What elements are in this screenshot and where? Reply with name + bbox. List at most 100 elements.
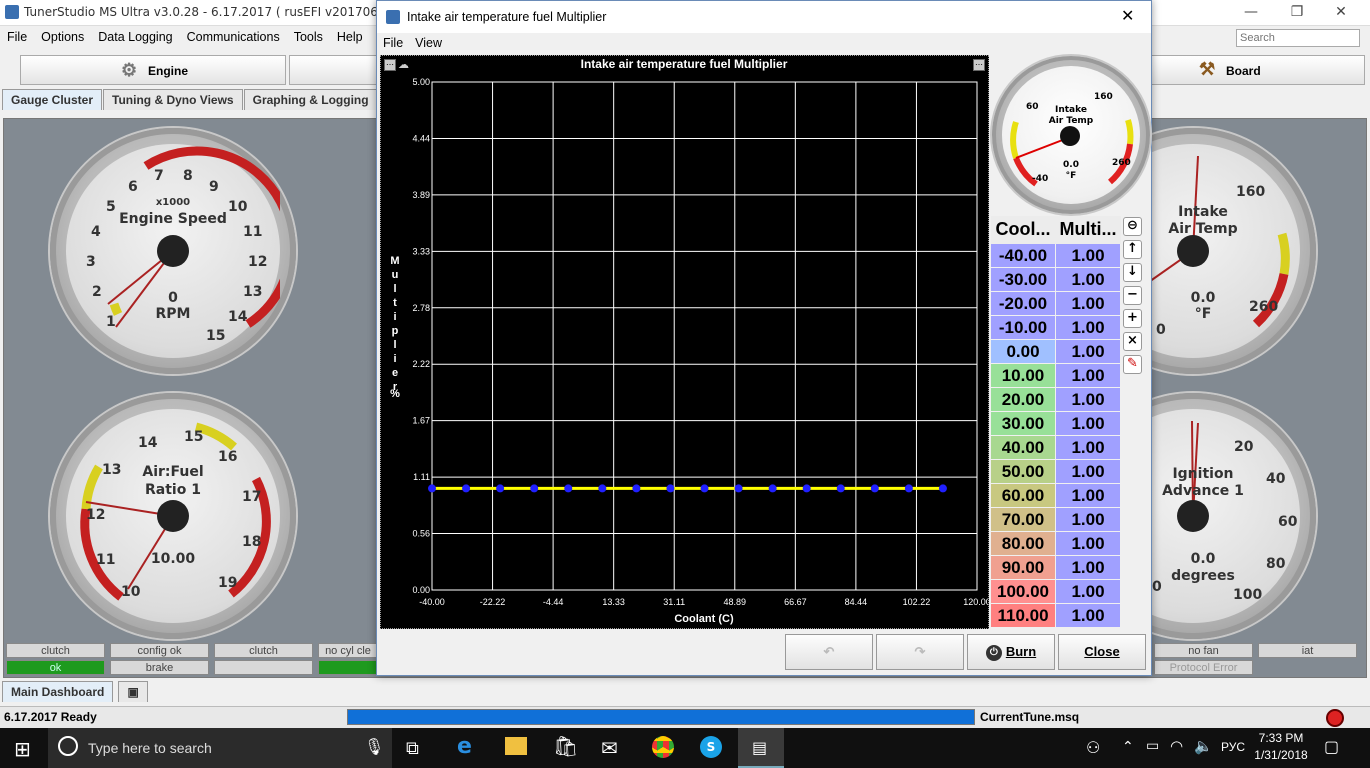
multiplier-cell[interactable]: 1.00 (1056, 364, 1120, 387)
coolant-cell[interactable]: -40.00 (991, 244, 1055, 267)
taskbar-search-box[interactable]: Type here to search 🎙 (48, 728, 392, 768)
coolant-cell[interactable]: 0.00 (991, 340, 1055, 363)
dialog-close-icon[interactable]: ✕ (1121, 6, 1134, 25)
pen-icon[interactable]: ✎ (1123, 355, 1142, 374)
task-view-icon[interactable]: ⧉ (406, 738, 419, 759)
coolant-cell[interactable]: 90.00 (991, 556, 1055, 579)
multiplier-cell[interactable]: 1.00 (1056, 388, 1120, 411)
close-icon[interactable]: ✕ (1318, 0, 1364, 26)
multiplier-cell[interactable]: 1.00 (1056, 340, 1120, 363)
undo-button[interactable]: ↶ (785, 634, 873, 670)
minimize-icon[interactable]: — (1228, 0, 1274, 26)
chart-yunit: % (390, 388, 400, 400)
multiplier-cell[interactable]: 1.00 (1056, 460, 1120, 483)
data-point (870, 484, 879, 493)
coolant-cell[interactable]: 30.00 (991, 412, 1055, 435)
coolant-cell[interactable]: 40.00 (991, 436, 1055, 459)
volume-icon[interactable]: 🔈 (1194, 737, 1213, 755)
multiplier-cell[interactable]: 1.00 (1056, 604, 1120, 627)
minus-icon[interactable]: − (1123, 286, 1142, 305)
arrow-down-icon[interactable]: ↓ (1123, 263, 1142, 282)
multiplier-cell[interactable]: 1.00 (1056, 412, 1120, 435)
connection-status-icon[interactable] (1326, 709, 1344, 727)
toolbar-button-2[interactable] (289, 55, 379, 85)
graph-options-left-icon[interactable]: … (384, 59, 396, 71)
main-tabs: Gauge Cluster Tuning & Dyno Views Graphing… (2, 89, 379, 111)
coolant-cell[interactable]: 60.00 (991, 484, 1055, 507)
coolant-cell[interactable]: 110.00 (991, 604, 1055, 627)
curve-graph[interactable]: Intake air temperature fuel Multiplier C… (380, 55, 991, 629)
engine-button[interactable]: ⚙ Engine (20, 55, 286, 85)
clock-time[interactable]: 7:33 PM (1252, 731, 1310, 745)
tab-graphing-logging[interactable]: Graphing & Logging (243, 89, 378, 110)
ylabel-letter: i (393, 311, 396, 323)
afr-tick-16: 16 (218, 449, 238, 465)
battery-icon[interactable]: ▭ (1146, 738, 1159, 754)
board-button-label: Board (1226, 64, 1261, 78)
file-explorer-icon[interactable] (505, 737, 527, 755)
dialog-menu-view[interactable]: View (409, 34, 448, 52)
decrement-icon[interactable]: ⊖ (1123, 217, 1142, 236)
coolant-cell[interactable]: 100.00 (991, 580, 1055, 603)
coolant-cell[interactable]: 70.00 (991, 508, 1055, 531)
plus-icon[interactable]: + (1123, 309, 1142, 328)
close-button[interactable]: Close (1058, 634, 1146, 670)
graph-settings-icon[interactable]: ☁ (398, 58, 409, 71)
coolant-cell[interactable]: 20.00 (991, 388, 1055, 411)
tab-gauge-cluster[interactable]: Gauge Cluster (2, 89, 103, 110)
multiplier-cell[interactable]: 1.00 (1056, 580, 1120, 603)
burn-button[interactable]: ⏻ Burn (967, 634, 1055, 670)
rpm-gauge-unit: RPM (155, 306, 191, 322)
mail-icon[interactable]: ✉ (601, 736, 618, 760)
burn-icon: ⏻ (985, 644, 1002, 661)
arrow-up-icon[interactable]: ↑ (1123, 240, 1142, 259)
coolant-cell[interactable]: 50.00 (991, 460, 1055, 483)
menu-options[interactable]: Options (34, 28, 91, 46)
clock-date[interactable]: 1/31/2018 (1252, 748, 1310, 762)
windows-start-icon[interactable]: ⊞ (14, 737, 31, 761)
graph-options-right-icon[interactable]: … (973, 59, 985, 71)
mini-iat-title-2: Air Temp (1048, 116, 1094, 126)
restore-icon[interactable]: ❐ (1274, 0, 1320, 26)
menu-help[interactable]: Help (330, 28, 370, 46)
tab-tuning-dyno[interactable]: Tuning & Dyno Views (103, 89, 243, 110)
edge-icon[interactable]: e (457, 734, 472, 759)
menu-communications[interactable]: Communications (180, 28, 287, 46)
redo-button[interactable]: ↷ (876, 634, 964, 670)
board-button[interactable]: ⚒ Board (1150, 55, 1365, 85)
dialog-menu-file[interactable]: File (377, 34, 409, 52)
multiplier-cell[interactable]: 1.00 (1056, 436, 1120, 459)
skype-icon[interactable]: S (700, 736, 722, 758)
coolant-cell[interactable]: -10.00 (991, 316, 1055, 339)
search-input[interactable] (1236, 29, 1360, 47)
multiplier-cell[interactable]: 1.00 (1056, 244, 1120, 267)
multiplier-cell[interactable]: 1.00 (1056, 484, 1120, 507)
multiplier-cell[interactable]: 1.00 (1056, 316, 1120, 339)
microphone-icon[interactable]: 🎙 (364, 737, 384, 756)
afr-gauge-title-2: Ratio 1 (145, 482, 201, 498)
dashboard-edit-icon[interactable]: ▣ (118, 681, 149, 702)
coolant-cell[interactable]: -30.00 (991, 268, 1055, 291)
coolant-cell[interactable]: 10.00 (991, 364, 1055, 387)
tunerstudio-taskbar-button[interactable]: ▤ (738, 728, 784, 768)
menu-data-logging[interactable]: Data Logging (91, 28, 179, 46)
tab-main-dashboard[interactable]: Main Dashboard (2, 681, 114, 702)
coolant-cell[interactable]: -20.00 (991, 292, 1055, 315)
multiplier-cell[interactable]: 1.00 (1056, 268, 1120, 291)
people-icon[interactable]: ⚇ (1086, 738, 1100, 757)
multiplier-cell[interactable]: 1.00 (1056, 508, 1120, 531)
data-point (428, 484, 436, 493)
chevron-up-icon[interactable]: ⌃ (1122, 739, 1134, 755)
multiply-icon[interactable]: × (1123, 332, 1142, 351)
multiplier-cell[interactable]: 1.00 (1056, 292, 1120, 315)
multiplier-cell[interactable]: 1.00 (1056, 556, 1120, 579)
wifi-icon[interactable]: ◠ (1170, 737, 1183, 755)
notifications-icon[interactable]: ▢ (1324, 737, 1339, 756)
menu-file[interactable]: File (0, 28, 34, 46)
menu-tools[interactable]: Tools (287, 28, 330, 46)
multiplier-cell[interactable]: 1.00 (1056, 532, 1120, 555)
language-indicator[interactable]: РУС (1221, 740, 1245, 754)
chrome-icon[interactable] (652, 736, 674, 758)
store-icon[interactable]: 🛍 (553, 734, 578, 758)
coolant-cell[interactable]: 80.00 (991, 532, 1055, 555)
